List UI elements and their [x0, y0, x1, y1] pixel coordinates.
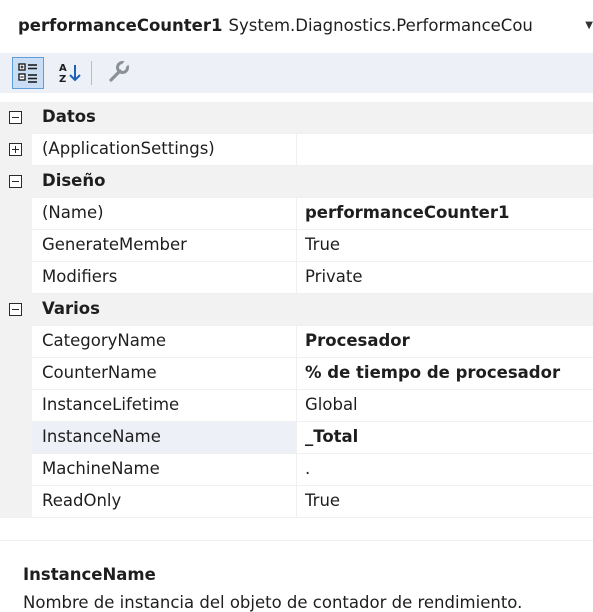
property-value[interactable]: Procesador: [296, 326, 593, 357]
svg-text:A: A: [59, 63, 67, 74]
property-row-category-name[interactable]: CategoryName Procesador: [0, 326, 593, 358]
categorized-button[interactable]: [12, 57, 44, 89]
collapse-icon[interactable]: [9, 111, 22, 124]
property-name: Modifiers: [42, 267, 118, 286]
collapse-icon[interactable]: [9, 303, 22, 316]
property-value[interactable]: Private: [296, 262, 593, 293]
property-name: MachineName: [42, 459, 160, 478]
property-value[interactable]: .: [296, 454, 593, 485]
property-row-application-settings[interactable]: (ApplicationSettings): [0, 134, 593, 166]
property-value[interactable]: [296, 134, 593, 165]
property-name: GenerateMember: [42, 235, 187, 254]
property-name: CounterName: [42, 363, 157, 382]
svg-text:Z: Z: [59, 74, 66, 85]
alphabetical-button[interactable]: A Z: [54, 57, 86, 89]
property-name: CategoryName: [42, 331, 167, 350]
category-varios[interactable]: Varios: [0, 294, 593, 326]
property-row-name[interactable]: (Name) performanceCounter1: [0, 198, 593, 230]
wrench-icon: [109, 60, 129, 82]
property-value[interactable]: True: [296, 486, 593, 517]
property-grid: Datos (ApplicationSettings) Diseño (Name…: [0, 102, 593, 518]
property-row-generate-member[interactable]: GenerateMember True: [0, 230, 593, 262]
property-row-modifiers[interactable]: Modifiers Private: [0, 262, 593, 294]
object-name: performanceCounter1: [18, 16, 223, 35]
property-value[interactable]: Global: [296, 390, 593, 421]
object-type: System.Diagnostics.PerformanceCou: [228, 16, 533, 35]
grid-empty-area: [0, 518, 593, 541]
expand-icon[interactable]: [9, 143, 22, 156]
property-row-instance-lifetime[interactable]: InstanceLifetime Global: [0, 390, 593, 422]
property-row-counter-name[interactable]: CounterName % de tiempo de procesador: [0, 358, 593, 390]
property-name: (Name): [42, 203, 104, 222]
description-title: InstanceName: [23, 565, 156, 584]
property-name: (ApplicationSettings): [42, 139, 215, 158]
object-selector[interactable]: performanceCounter1 System.Diagnostics.Pe…: [0, 0, 593, 53]
property-toolbar: A Z: [0, 53, 593, 93]
property-name: InstanceName: [42, 427, 161, 446]
chevron-down-icon[interactable]: ▼: [585, 20, 593, 31]
toolbar-separator: [91, 61, 92, 85]
alphabetical-sort-icon: A Z: [59, 63, 81, 85]
categorized-icon: [18, 63, 37, 83]
property-row-machine-name[interactable]: MachineName .: [0, 454, 593, 486]
property-name: InstanceLifetime: [42, 395, 180, 414]
property-pages-button[interactable]: [103, 57, 135, 89]
description-pane: InstanceName Nombre de instancia del obj…: [0, 545, 593, 612]
category-label: Datos: [42, 107, 96, 126]
category-diseno[interactable]: Diseño: [0, 166, 593, 198]
property-value[interactable]: True: [296, 230, 593, 261]
property-value[interactable]: performanceCounter1: [296, 198, 593, 229]
property-row-read-only[interactable]: ReadOnly True: [0, 486, 593, 518]
category-label: Varios: [42, 299, 100, 318]
property-value[interactable]: % de tiempo de procesador: [296, 358, 593, 389]
category-datos[interactable]: Datos: [0, 102, 593, 134]
collapse-icon[interactable]: [9, 175, 22, 188]
property-name: ReadOnly: [42, 491, 122, 510]
category-label: Diseño: [42, 171, 106, 190]
property-row-instance-name[interactable]: InstanceName _Total: [0, 422, 593, 454]
property-value[interactable]: _Total: [296, 422, 593, 453]
